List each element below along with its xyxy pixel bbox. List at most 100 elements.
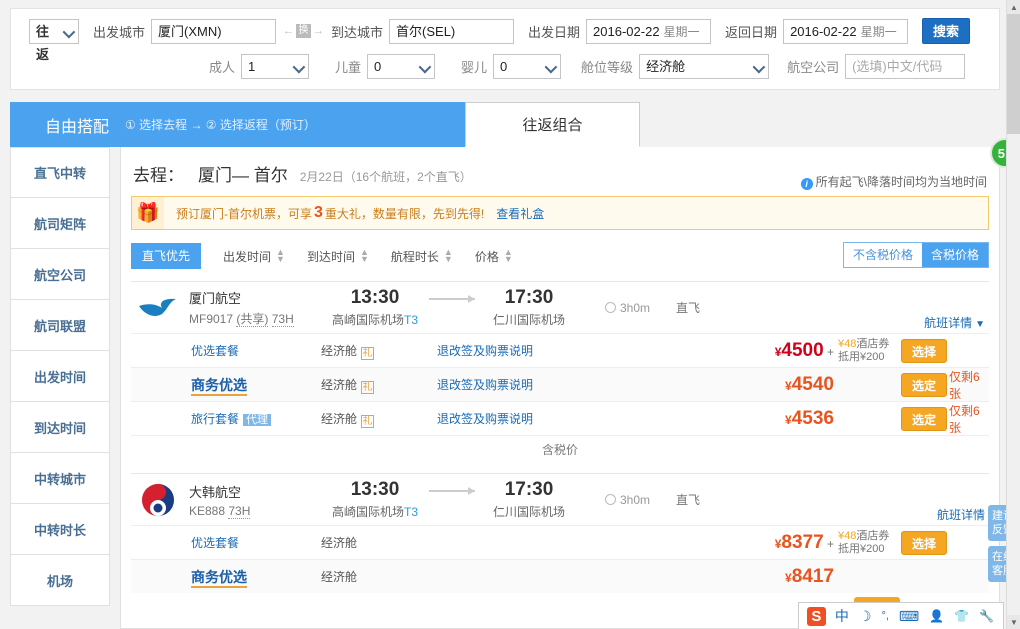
user-icon[interactable]: 👤 — [929, 609, 944, 623]
fare-cabin: 经济舱 — [321, 536, 358, 550]
route-cities: 厦门— 首尔 — [198, 166, 288, 185]
trip-type-select[interactable]: 往返 — [29, 18, 79, 62]
route-meta: 2月22日（16个航班，2个直飞） — [299, 170, 472, 184]
infant-select[interactable]: 0 — [493, 53, 562, 79]
fare-row[interactable]: 旅行套餐 代理 经济舱礼 退改签及购票说明 ¥4536 选定 仅剩6张 — [131, 401, 989, 435]
cabin-select[interactable]: 经济舱 — [639, 53, 770, 79]
airline-info: 厦门航空 MF9017 (共享) 73H — [189, 288, 317, 327]
sidebar-item-airport[interactable]: 机场 — [10, 555, 110, 606]
adult-select[interactable]: 1 — [241, 53, 310, 79]
page-scrollbar[interactable]: ▲ ▼ — [1006, 0, 1020, 629]
adult-label: 成人 — [209, 59, 236, 75]
fare-row[interactable]: 商务优选 经济舱 ¥8417 — [131, 559, 989, 593]
arrive-block: 17:30 仁川国际机场 — [475, 287, 583, 328]
moon-icon[interactable]: ☽ — [859, 608, 872, 625]
tax-toggle: 不含税价格 含税价格 — [842, 242, 989, 268]
sort-arrows-icon: ▲ ▼ — [443, 247, 453, 264]
scrollbar-thumb[interactable] — [1007, 14, 1020, 134]
flight-detail-toggle[interactable]: 航班详情 — [937, 506, 985, 523]
sidebar-item-depart-time[interactable]: 出发时间 — [10, 351, 110, 402]
tax-included-button[interactable]: 含税价格 — [921, 243, 988, 267]
airline-input[interactable]: (选填)中文/代码 — [845, 53, 966, 79]
sidebar-item-transfer-duration[interactable]: 中转时长 — [10, 504, 110, 555]
korean-air-logo-icon — [137, 479, 179, 521]
keyboard-icon[interactable]: ⌨ — [899, 608, 919, 625]
sort-direct-first[interactable]: 直飞优先 — [131, 243, 202, 269]
sogou-logo-icon[interactable]: S — [806, 606, 826, 626]
sidebar-item-airline[interactable]: 航空公司 — [10, 249, 110, 300]
sort-depart-time[interactable]: 出发时间 ▲ ▼ — [223, 248, 285, 265]
fare-row[interactable]: 优选套餐 经济舱 ¥8377 + ¥48酒店券 抵用¥200 选择 — [131, 525, 989, 559]
flight-number: KE888 73H — [189, 503, 317, 519]
swap-cities-button[interactable]: ← 换 → — [283, 24, 324, 38]
airline-name: 大韩航空 — [189, 484, 242, 500]
scroll-down-icon[interactable]: ▼ — [1007, 615, 1020, 629]
sort-duration-label: 航程时长 — [390, 249, 439, 264]
tab-roundtrip-combo[interactable]: 往返组合 — [465, 102, 640, 147]
clock-icon — [605, 302, 616, 313]
flight-detail-label: 航班详情 — [924, 316, 973, 330]
duration-text: 3h0m — [620, 492, 651, 507]
coupon-text: 酒店券 — [856, 529, 890, 542]
filter-sidebar: 直飞中转 航司矩阵 航空公司 航司联盟 出发时间 到达时间 中转城市 中转时长 … — [10, 147, 110, 606]
coupon-amount: ¥48 — [838, 529, 857, 542]
depart-time: 13:30 — [350, 287, 400, 308]
to-city-input[interactable]: 首尔(SEL) — [389, 18, 515, 44]
search-button[interactable]: 搜索 — [922, 18, 971, 44]
promo-banner: 🎁 预订厦门-首尔机票，可享 3 重大礼，数量有限，先到先得! 查看礼盒 — [131, 196, 989, 230]
fare-cabin: 经济舱礼 — [321, 376, 437, 394]
ime-mode-icon[interactable]: 中 — [835, 606, 849, 626]
sidebar-item-airline-matrix[interactable]: 航司矩阵 — [10, 198, 110, 249]
select-fare-button[interactable]: 选择 — [901, 338, 947, 363]
arrive-airport: 仁川国际机场 — [492, 313, 565, 327]
tools-icon[interactable]: 🔧 — [979, 609, 994, 623]
fare-price: ¥4536 — [684, 408, 834, 430]
promo-count: 3 — [314, 204, 323, 221]
fare-row[interactable]: 商务优选 经济舱礼 退改签及购票说明 ¥4540 选定 仅剩6张 — [131, 367, 989, 401]
depart-terminal: T3 — [404, 505, 419, 519]
arrive-airport: 仁川国际机场 — [492, 505, 565, 519]
sort-duration[interactable]: 航程时长 ▲ ▼ — [391, 248, 453, 265]
fare-cabin: 经济舱礼 — [321, 410, 437, 428]
select-fare-button[interactable]: 选择 — [901, 530, 947, 555]
coupon-text: 酒店券 — [856, 337, 890, 350]
codeshare-text: (共享) — [236, 312, 269, 327]
sidebar-item-arrive-time[interactable]: 到达时间 — [10, 402, 110, 453]
fare-name-text: 商务优选 — [191, 568, 247, 588]
return-weekday: 星期一 — [860, 24, 897, 39]
fare-row[interactable]: 优选套餐 经济舱礼 退改签及购票说明 ¥4500 + ¥48酒店券 抵用¥200… — [131, 333, 989, 367]
tab-free-combo[interactable]: 自由搭配 ① 选择去程 → ② 选择返程（预订） — [10, 102, 465, 147]
coupon-info: ¥48酒店券 抵用¥200 — [838, 530, 894, 556]
refund-rule-link[interactable]: 退改签及购票说明 — [437, 410, 637, 427]
coupon-amount: ¥48 — [838, 337, 857, 350]
flight-detail-toggle[interactable]: 航班详情 ▼ — [924, 314, 985, 331]
sidebar-item-transfer-city[interactable]: 中转城市 — [10, 453, 110, 504]
price-value: 4536 — [791, 407, 834, 429]
sidebar-item-direct-transfer[interactable]: 直飞中转 — [10, 147, 110, 198]
punctuation-icon[interactable]: °, — [881, 610, 888, 622]
scroll-up-icon[interactable]: ▲ — [1007, 0, 1020, 14]
skin-icon[interactable]: 👕 — [954, 609, 969, 623]
refund-rule-link[interactable]: 退改签及购票说明 — [437, 342, 637, 359]
from-city-label: 出发城市 — [93, 24, 146, 40]
promo-link[interactable]: 查看礼盒 — [496, 205, 544, 222]
return-date-label: 返回日期 — [725, 24, 778, 40]
child-select[interactable]: 0 — [367, 53, 436, 79]
refund-rule-link[interactable]: 退改签及购票说明 — [437, 376, 637, 393]
flight-number: MF9017 (共享) 73H — [189, 310, 317, 327]
from-city-input[interactable]: 厦门(XMN) — [151, 18, 277, 44]
select-fare-button[interactable]: 选定 — [901, 372, 947, 397]
tab-free-combo-steps: ① 选择去程 → ② 选择返程（预订） — [125, 118, 316, 132]
flight-row[interactable]: 厦门航空 MF9017 (共享) 73H 13:30 高崎国际机场T3 17:3… — [131, 281, 989, 333]
sidebar-item-alliance[interactable]: 航司联盟 — [10, 300, 110, 351]
sort-arrive-time[interactable]: 到达时间 ▲ ▼ — [307, 248, 369, 265]
coupon-sub: 抵用¥200 — [838, 350, 885, 363]
tax-excluded-button[interactable]: 不含税价格 — [843, 243, 922, 267]
select-fare-button[interactable]: 选定 — [901, 406, 947, 431]
depart-date-input[interactable]: 2016-02-22 星期一 — [586, 18, 712, 44]
airline-label: 航空公司 — [787, 59, 840, 75]
fare-cabin-text: 经济舱 — [321, 411, 358, 426]
flight-row[interactable]: 大韩航空 KE888 73H 13:30 高崎国际机场T3 17:30 仁川国际… — [131, 473, 989, 525]
return-date-input[interactable]: 2016-02-22 星期一 — [783, 18, 909, 44]
sort-price[interactable]: 价格 ▲ ▼ — [475, 248, 513, 265]
